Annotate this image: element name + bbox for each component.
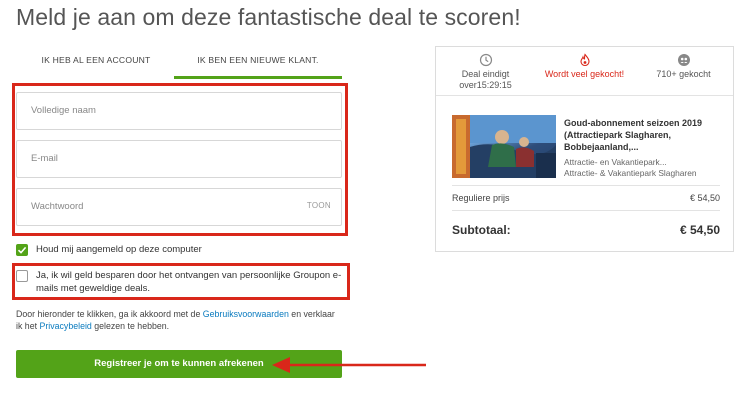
annotation-arrow-icon: [272, 357, 426, 373]
deal-image: [452, 115, 556, 178]
checkmark-icon: [17, 246, 27, 254]
subtotal-value: € 54,50: [679, 223, 720, 237]
terms-suffix: gelezen te hebben.: [91, 321, 170, 331]
order-summary-card: Deal eindigt over15:29:15 Wordt veel gek…: [435, 46, 734, 252]
password-placeholder: Wachtwoord: [31, 201, 84, 212]
tab-new-customer[interactable]: IK BEN EEN NIEUWE KLANT.: [174, 48, 342, 79]
deal-subtitle-2: Attractie- & Vakantiepark Slagharen: [564, 168, 697, 178]
deal-stats: Deal eindigt over15:29:15 Wordt veel gek…: [436, 47, 733, 96]
privacy-link[interactable]: Privacybeleid: [39, 321, 91, 331]
deal-subtitle-1: Attractie- en Vakantiepark...: [564, 157, 667, 167]
regular-price-label: Reguliere prijs: [452, 193, 510, 203]
flame-icon: [535, 53, 634, 67]
terms-text: Door hieronder te klikken, ga ik akkoord…: [16, 308, 342, 332]
newsletter-label: Ja, ik wil geld besparen door het ontvan…: [36, 270, 342, 294]
email-placeholder: E-mail: [31, 153, 58, 164]
show-password-toggle[interactable]: TOON: [307, 201, 331, 210]
subtotal-label: Subtotaal:: [452, 223, 511, 237]
regular-price-row: Reguliere prijs € 54,50: [452, 193, 720, 203]
terms-link[interactable]: Gebruiksvoorwaarden: [203, 309, 289, 319]
tab-existing-account[interactable]: IK HEB AL EEN ACCOUNT: [14, 48, 178, 76]
account-tabs: IK HEB AL EEN ACCOUNT IK BEN EEN NIEUWE …: [14, 48, 342, 79]
deal-ends-stat: Deal eindigt over15:29:15: [436, 53, 535, 91]
subtotal-row: Subtotaal: € 54,50: [452, 223, 720, 237]
full-name-placeholder: Volledige naam: [31, 105, 96, 116]
clock-icon: [436, 53, 535, 67]
page-title: Meld je aan om deze fantastische deal te…: [16, 4, 521, 30]
card-divider-1: [452, 185, 720, 186]
card-divider-2: [452, 210, 720, 211]
deal-title: Goud-abonnement seizoen 2019 (Attractiep…: [564, 118, 703, 152]
email-field[interactable]: E-mail: [16, 140, 342, 178]
newsletter-checkbox[interactable]: [16, 270, 28, 282]
people-icon: [634, 53, 733, 67]
bought-count-stat: 710+ gekocht: [634, 53, 733, 80]
remember-me-checkbox[interactable]: [16, 244, 28, 256]
bought-count-text: 710+ gekocht: [656, 69, 711, 79]
deal-ends-text: Deal eindigt over15:29:15: [459, 69, 512, 90]
popular-stat: Wordt veel gekocht!: [535, 53, 634, 80]
regular-price-value: € 54,50: [689, 193, 720, 203]
terms-prefix: Door hieronder te klikken, ga ik akkoord…: [16, 309, 203, 319]
password-field[interactable]: Wachtwoord TOON: [16, 188, 342, 226]
full-name-field[interactable]: Volledige naam: [16, 92, 342, 130]
popular-text: Wordt veel gekocht!: [544, 69, 625, 79]
remember-me-label: Houd mij aangemeld op deze computer: [36, 244, 202, 255]
